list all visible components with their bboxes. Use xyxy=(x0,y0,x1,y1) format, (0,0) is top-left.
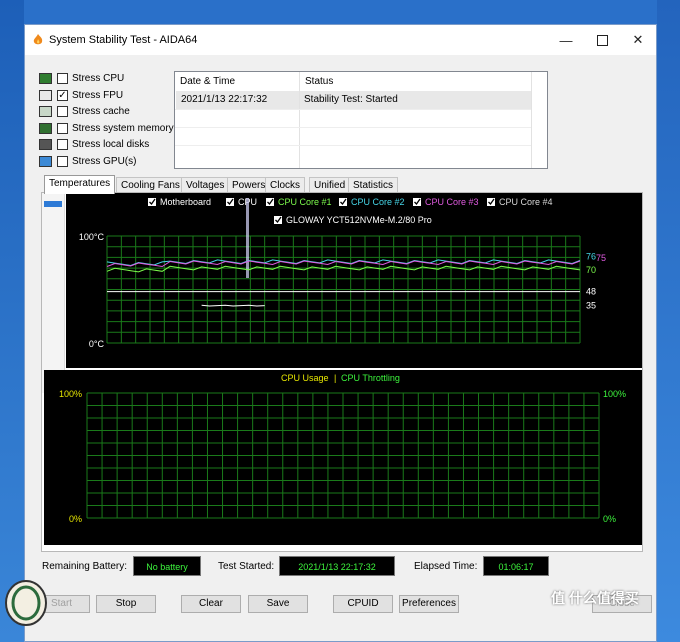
close-window-button[interactable]: ✕ xyxy=(620,25,656,55)
watermark-text: 值 什么值得买 xyxy=(551,590,639,606)
stability-test-window: System Stability Test - AIDA64 — ✕ Stres… xyxy=(24,24,657,642)
stress-option[interactable]: Stress system memory xyxy=(39,121,179,137)
stress-option[interactable]: Stress GPU(s) xyxy=(39,154,179,170)
tab-clocks[interactable]: Clocks xyxy=(265,177,306,193)
disk-drive-icon xyxy=(39,139,52,151)
stress-option-label: Stress system memory xyxy=(72,122,174,134)
stress-option[interactable]: Stress cache xyxy=(39,104,179,120)
series-value-label: 48 xyxy=(586,287,596,297)
window-title: System Stability Test - AIDA64 xyxy=(49,34,198,46)
y-top-label: 100% xyxy=(59,389,82,399)
stress-checkbox[interactable] xyxy=(57,106,68,118)
right-top-label: 100% xyxy=(603,389,626,399)
legend-label: CPU Core #4 xyxy=(499,197,553,207)
clear-button[interactable]: Clear xyxy=(181,595,241,613)
legend-label: CPU Core #2 xyxy=(351,197,405,207)
elapsed-time-value: 01:06:17 xyxy=(483,556,549,576)
sensor-scroll-strip[interactable] xyxy=(42,193,65,393)
save-button[interactable]: Save xyxy=(248,595,308,613)
desktop-background-left xyxy=(0,0,24,642)
minimize-icon: — xyxy=(559,32,573,48)
temperature-chart: 100°C0°CMotherboardCPUCPU Core #1CPU Cor… xyxy=(66,193,642,368)
stress-checkbox[interactable] xyxy=(57,73,68,84)
tab-statistics[interactable]: Statistics xyxy=(348,177,399,193)
stress-option[interactable]: Stress local disks xyxy=(39,137,179,153)
stress-checkbox[interactable]: ✓ xyxy=(57,89,68,101)
monitor-icon xyxy=(39,156,52,167)
stress-option-label: Stress local disks xyxy=(72,139,150,151)
stress-checkbox[interactable] xyxy=(57,122,68,134)
y-bottom-label: 0% xyxy=(69,514,82,524)
stress-option-label: Stress FPU xyxy=(72,89,124,101)
stress-option[interactable]: Stress CPU xyxy=(39,71,179,87)
stop-button[interactable]: Stop xyxy=(96,595,156,613)
log-header-datetime[interactable]: Date & Time xyxy=(175,73,299,91)
temperature-series-line xyxy=(106,265,581,273)
maximize-icon xyxy=(596,34,608,46)
fpu-chip-icon xyxy=(39,89,52,101)
elapsed-time-label: Elapsed Time: xyxy=(414,561,478,572)
desktop-background-right xyxy=(657,0,680,642)
legend-separator: | xyxy=(334,373,336,383)
minimize-button[interactable]: — xyxy=(548,25,584,55)
cache-chip-icon xyxy=(39,106,52,118)
test-started-label: Test Started: xyxy=(218,561,275,572)
cpu-usage-chart-svg: CPU Usage | CPU Throttling 100% 0% 100% 0% xyxy=(59,373,626,524)
title-bar[interactable]: System Stability Test - AIDA64 — ✕ xyxy=(25,25,656,55)
memory-module-icon xyxy=(39,122,52,134)
legend-label: CPU Core #1 xyxy=(278,197,332,207)
y-top-label: 100°C xyxy=(79,232,105,242)
cpu-usage-chart: CPU Usage | CPU Throttling 100% 0% 100% 0% xyxy=(44,370,642,545)
preferences-button[interactable]: Preferences xyxy=(399,595,459,613)
test-started-value: 2021/1/13 22:17:32 xyxy=(279,556,395,576)
site-logo-icon xyxy=(5,580,47,626)
stress-option[interactable]: ✓ Stress FPU xyxy=(39,88,179,104)
stress-checkbox[interactable] xyxy=(57,139,68,151)
y-bottom-label: 0°C xyxy=(89,339,105,349)
legend-label: CPU Throttling xyxy=(341,373,400,383)
series-value-label: 75 xyxy=(596,253,606,263)
series-value-label: 76 xyxy=(586,252,596,262)
tab-cooling-fans[interactable]: Cooling Fans xyxy=(116,177,185,193)
right-bottom-label: 0% xyxy=(603,514,616,524)
tab-voltages[interactable]: Voltages xyxy=(181,177,230,193)
log-row-status: Stability Test: Started xyxy=(304,94,398,105)
stress-checkbox[interactable] xyxy=(57,156,68,167)
close-icon: ✕ xyxy=(632,32,644,47)
tab-powers[interactable]: Powers xyxy=(227,177,271,193)
scroll-thumb[interactable] xyxy=(44,201,62,207)
series-value-label: 70 xyxy=(586,265,596,275)
legend-label: CPU Core #3 xyxy=(425,197,479,207)
cpuid-button[interactable]: CPUID xyxy=(333,595,393,613)
legend-label: Motherboard xyxy=(160,197,211,207)
battery-value: No battery xyxy=(133,556,201,576)
series-value-label: 35 xyxy=(586,301,596,311)
log-row-line xyxy=(175,127,531,128)
stress-option-label: Stress GPU(s) xyxy=(72,156,137,167)
log-divider xyxy=(299,72,300,168)
battery-label: Remaining Battery: xyxy=(42,561,128,572)
log-divider xyxy=(531,72,532,168)
temperature-series-line xyxy=(201,304,265,307)
cpu-series-marker xyxy=(246,198,249,278)
tab-unified[interactable]: Unified xyxy=(309,177,351,193)
temperature-chart-svg: 100°C0°CMotherboardCPUCPU Core #1CPU Cor… xyxy=(79,197,606,349)
stress-option-label: Stress CPU xyxy=(72,73,125,84)
stress-option-label: Stress cache xyxy=(72,106,130,118)
log-row-line xyxy=(175,109,531,110)
log-row-line xyxy=(175,145,531,146)
legend-label: GLOWAY YCT512NVMe-M.2/80 Pro xyxy=(286,215,432,225)
maximize-button[interactable] xyxy=(584,25,620,55)
legend-label: CPU Usage xyxy=(281,373,329,383)
cpu-chip-icon xyxy=(39,73,52,84)
temperatures-tab-panel: 100°C0°CMotherboardCPUCPU Core #1CPU Cor… xyxy=(41,192,643,552)
tab-temperatures[interactable]: Temperatures xyxy=(44,175,116,194)
flame-app-icon xyxy=(33,34,43,45)
log-row[interactable]: 2021/1/13 22:17:32 Stability Test: Start… xyxy=(176,91,531,109)
log-table: Date & Time Status 2021/1/13 22:17:32 St… xyxy=(174,71,548,169)
log-header-status[interactable]: Status xyxy=(299,73,529,91)
log-row-datetime: 2021/1/13 22:17:32 xyxy=(181,94,268,105)
